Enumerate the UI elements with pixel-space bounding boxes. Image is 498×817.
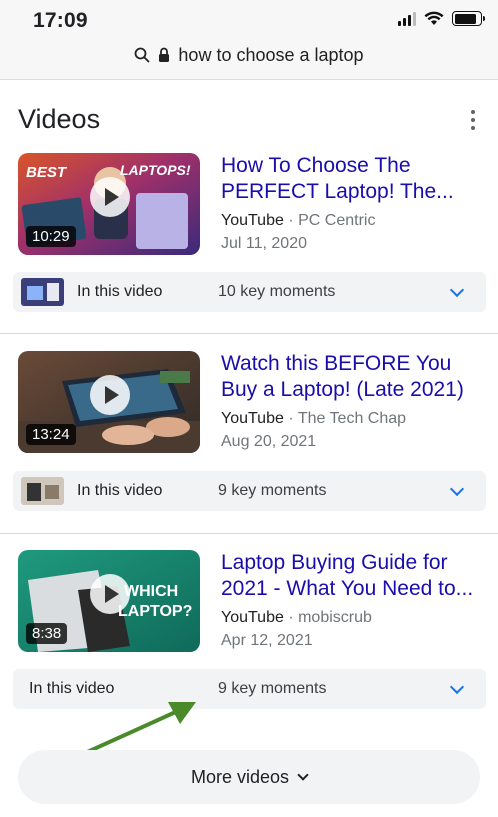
svg-text:WHICH: WHICH: [124, 583, 178, 600]
url-bar[interactable]: how to choose a laptop: [0, 42, 498, 68]
video-title-line: 2021 - What You Need to...: [221, 577, 474, 600]
divider: [0, 533, 498, 534]
signal-icon: [398, 11, 416, 26]
play-icon: [90, 375, 130, 415]
video-thumbnail[interactable]: BEST LAPTOPS! 10:29: [18, 153, 200, 255]
source-separator: ·: [283, 410, 298, 427]
key-moments-label: In this video: [29, 680, 115, 697]
video-title-line: PERFECT Laptop! The...: [221, 180, 454, 203]
video-thumbnail[interactable]: WHICH LAPTOP? 8:38: [18, 550, 200, 652]
more-videos-button[interactable]: More videos: [18, 750, 480, 804]
url-query: how to choose a laptop: [178, 44, 364, 65]
video-duration: 10:29: [26, 226, 76, 247]
more-options-icon[interactable]: [470, 110, 476, 130]
video-title-line: How To Choose The: [221, 154, 411, 177]
lock-icon: [159, 47, 170, 62]
play-icon: [90, 177, 130, 217]
video-date: Apr 12, 2021: [221, 632, 313, 649]
more-videos-label: More videos: [190, 766, 290, 787]
section-title: Videos: [18, 104, 101, 134]
video-source: YouTube · mobiscrub: [221, 609, 372, 627]
video-duration: 8:38: [26, 623, 68, 644]
status-icons: [398, 11, 485, 26]
source-channel: PC Centric: [298, 212, 376, 229]
key-moments-label: In this video: [77, 283, 163, 300]
video-thumbnail[interactable]: 13:24: [18, 351, 200, 453]
svg-text:BEST: BEST: [26, 164, 68, 181]
chevron-down-icon: [449, 679, 465, 695]
video-title-link[interactable]: How To Choose The PERFECT Laptop! The...: [221, 153, 481, 205]
play-icon: [90, 574, 130, 614]
key-moments-count: 9 key moments: [218, 680, 327, 697]
key-moments-label: In this video: [77, 482, 163, 499]
source-site: YouTube: [221, 212, 284, 229]
key-moments-count: 9 key moments: [218, 482, 327, 499]
video-title-line: Watch this BEFORE You: [221, 352, 452, 375]
video-title-line: Laptop Buying Guide for: [221, 551, 448, 574]
key-moments-bar[interactable]: In this video 10 key moments: [13, 272, 486, 312]
source-site: YouTube: [221, 410, 284, 427]
video-source: YouTube · PC Centric: [221, 212, 375, 230]
video-duration: 13:24: [26, 424, 76, 445]
svg-text:LAPTOPS!: LAPTOPS!: [120, 162, 191, 178]
chevron-down-icon: [449, 481, 465, 497]
chevron-down-icon: [449, 282, 465, 298]
source-channel: mobiscrub: [298, 609, 372, 626]
battery-icon: [452, 11, 485, 26]
chevron-down-icon: [297, 769, 309, 781]
video-title-link[interactable]: Laptop Buying Guide for 2021 - What You …: [221, 550, 481, 602]
status-time: 17:09: [33, 9, 88, 32]
video-date: Jul 11, 2020: [221, 235, 307, 252]
svg-text:LAPTOP?: LAPTOP?: [118, 603, 192, 620]
source-site: YouTube: [221, 609, 284, 626]
video-title-line: Buy a Laptop! (Late 2021): [221, 378, 464, 401]
key-moments-bar[interactable]: In this video 9 key moments: [13, 669, 486, 709]
source-channel: The Tech Chap: [297, 410, 407, 427]
divider: [0, 333, 498, 334]
video-title-link[interactable]: Watch this BEFORE You Buy a Laptop! (Lat…: [221, 351, 481, 403]
key-moment-thumbnail: [21, 477, 64, 505]
browser-header: 17:09 how to choose a laptop: [0, 0, 498, 80]
video-date: Aug 20, 2021: [221, 433, 317, 450]
wifi-icon: [424, 11, 444, 25]
key-moments-bar[interactable]: In this video 9 key moments: [13, 471, 486, 511]
search-icon: [135, 47, 150, 63]
video-source: YouTube · The Tech Chap: [221, 410, 406, 428]
key-moment-thumbnail: [21, 278, 64, 306]
key-moments-count: 10 key moments: [218, 283, 336, 300]
source-separator: ·: [283, 212, 299, 229]
source-separator: ·: [283, 609, 299, 626]
